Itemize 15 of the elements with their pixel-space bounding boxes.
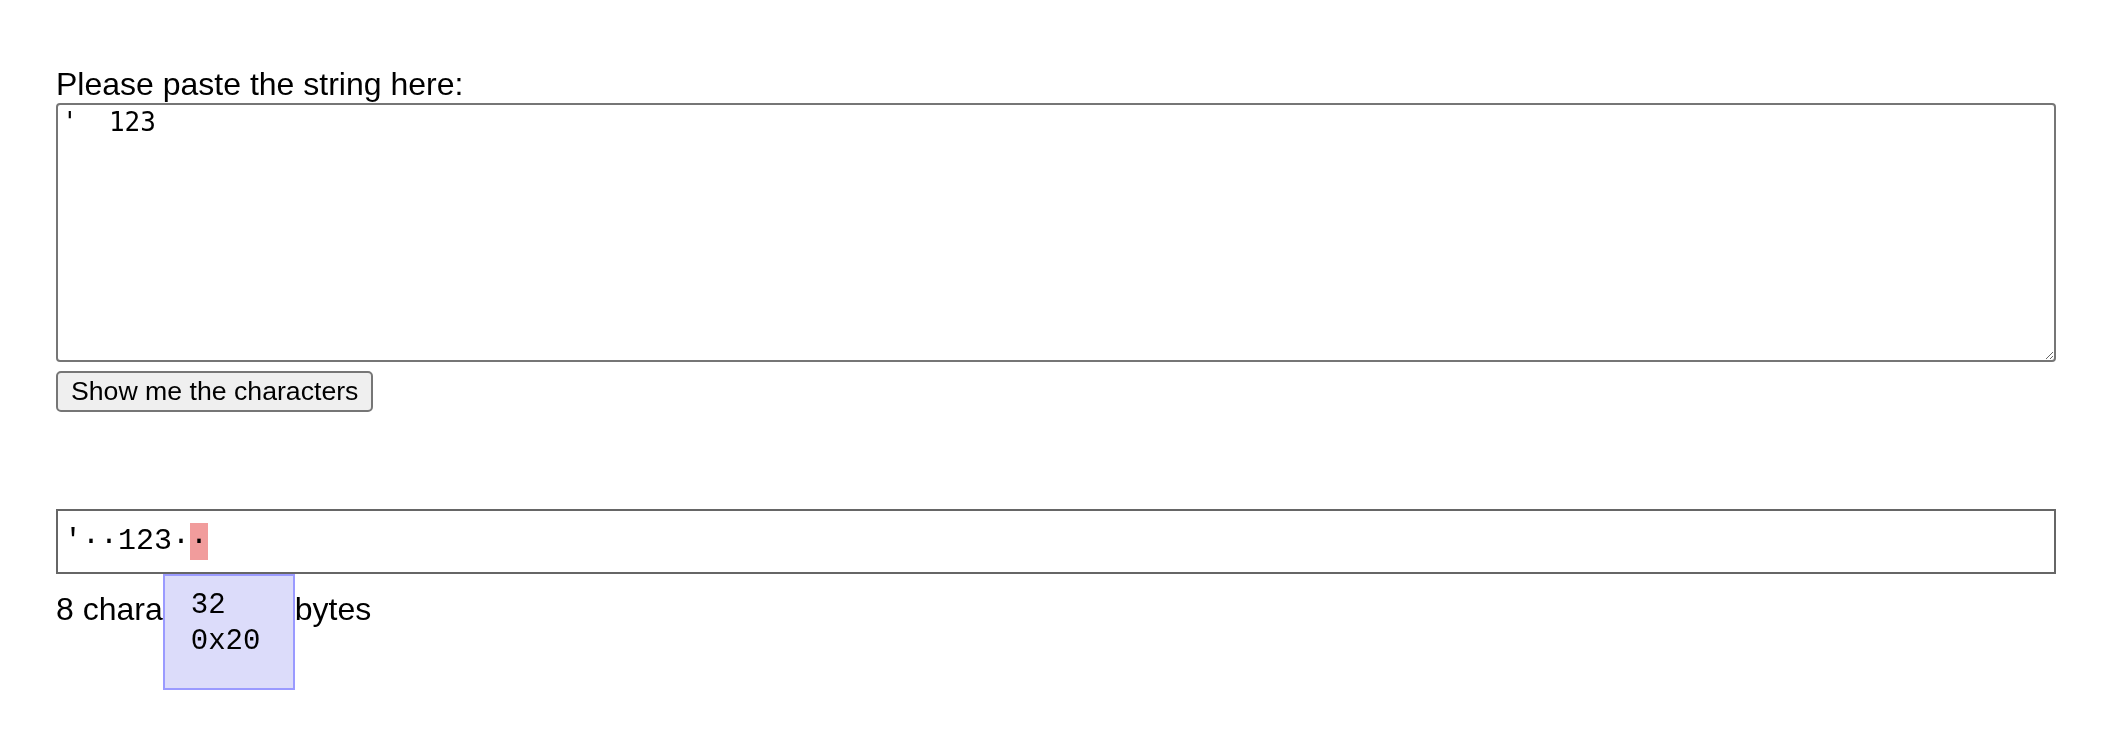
character-cell[interactable]: · [82, 523, 101, 560]
character-cell[interactable]: · [190, 523, 209, 560]
character-cell[interactable]: 3 [154, 523, 173, 560]
text-input-field[interactable]: ' 123 [56, 103, 2056, 362]
character-cell[interactable]: ' [64, 523, 82, 560]
tooltip-line: 0x20 [190, 624, 261, 660]
summary-text: 8 chara [56, 591, 163, 628]
character-cell[interactable]: · [100, 523, 119, 560]
show-characters-button[interactable]: Show me the characters [56, 371, 374, 412]
character-cell[interactable]: 1 [118, 523, 137, 560]
character-cell[interactable]: · [172, 523, 191, 560]
summary-text: bytes [294, 591, 372, 628]
tooltip-line: 32 [190, 588, 226, 624]
field-label: Please paste the string here: [56, 66, 464, 103]
character-cell[interactable]: 2 [136, 523, 155, 560]
